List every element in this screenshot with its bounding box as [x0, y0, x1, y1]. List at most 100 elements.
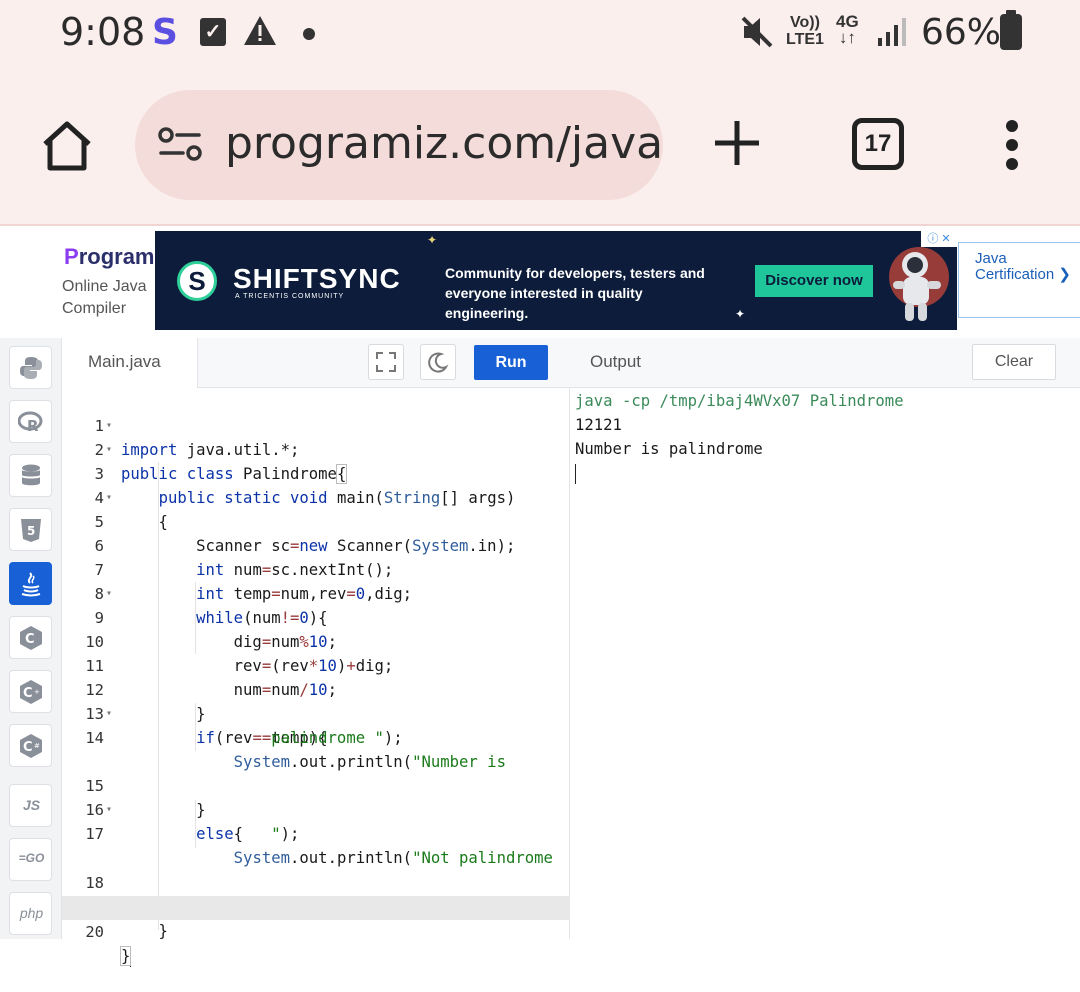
ad-close-button[interactable]: ⓘ ✕ [921, 231, 957, 247]
code-line[interactable]: 6 int num=sc.nextInt(); [62, 510, 570, 579]
editor-toolbar: Main.java Run [62, 338, 570, 388]
theme-toggle-button[interactable] [420, 344, 456, 380]
go-icon: =GO [18, 851, 45, 865]
svg-text:+: + [34, 688, 40, 696]
code-line[interactable]: 3 public static void main(String[] args) [62, 438, 570, 507]
code-line[interactable]: 11 num=num/10; [62, 630, 570, 699]
url-text: programiz.com/java- [225, 118, 663, 169]
cpp-icon: C + [20, 680, 42, 704]
output-pane: Output Clear java -cp /tmp/ibaj4WVx07 Pa… [570, 338, 1080, 939]
new-tab-button[interactable] [712, 118, 762, 173]
code-line[interactable]: 12 } [62, 654, 570, 723]
output-title: Output [590, 352, 642, 371]
checkbox-notification-icon: ✓ [200, 18, 226, 46]
lang-cpp-button[interactable]: C + [9, 670, 52, 713]
code-line[interactable]: 5 Scanner sc=new Scanner(System.in); [62, 486, 570, 555]
lang-go-button[interactable]: =GO [9, 838, 52, 881]
ad-cta-button[interactable]: Discover now [755, 265, 873, 297]
code-line[interactable]: 13 ▾ if(rev==temp){ [62, 678, 570, 747]
language-sidebar: R 5 C C + C # JS =GO php [0, 338, 62, 939]
status-time: 9:08 [60, 10, 146, 54]
code-line[interactable]: 14 System.out.println("Number is palindr… [62, 702, 570, 771]
lang-html-button[interactable]: 5 [9, 508, 52, 551]
file-tab-main-java[interactable]: Main.java [62, 338, 198, 388]
sparkle-icon: ✦ [735, 307, 746, 321]
logo-letter: P [64, 244, 79, 269]
status-bar: 9:08 S ✓ Vo)) LTE1 4G ↓↑ 66% [0, 0, 1080, 72]
code-line[interactable]: 18 } [62, 847, 570, 916]
home-button[interactable] [40, 120, 94, 177]
code-line[interactable]: 1 ▾ import java.util.*; [62, 390, 570, 459]
code-line[interactable]: 19 } [62, 871, 570, 940]
java-certification-link[interactable]: Java Certification ❯ [958, 242, 1080, 318]
output-command-line: java -cp /tmp/ibaj4WVx07 Palindrome [575, 392, 904, 410]
svg-text:5: 5 [27, 524, 35, 538]
code-line[interactable]: 2 ▾ public class Palindrome{ [62, 414, 570, 484]
line-number: 17 [85, 825, 104, 843]
output-input-cursor[interactable] [575, 461, 1075, 485]
code-line[interactable]: 9 dig=num%10; [62, 582, 570, 651]
signal-icon [876, 16, 908, 53]
text-cursor [575, 463, 576, 484]
output-line: Number is palindrome [575, 440, 763, 458]
java-icon [21, 572, 41, 597]
code-line[interactable]: 10 rev=(rev*10)+dig; [62, 606, 570, 675]
svg-text:R: R [27, 417, 39, 435]
code-text: } [119, 946, 132, 967]
database-icon [22, 464, 40, 486]
lang-c-button[interactable]: C [9, 616, 52, 659]
lang-php-button[interactable]: php [9, 892, 52, 935]
python-icon [20, 357, 42, 379]
app-notification-icon: S [152, 12, 178, 53]
battery-percent: 66% [921, 12, 1002, 53]
network-type-indicator: 4G ↓↑ [836, 13, 859, 47]
browser-menu-button[interactable] [1004, 120, 1020, 177]
code-line[interactable]: 15 } [62, 750, 570, 819]
code-line[interactable]: 7 int temp=num,rev=0,dig; [62, 534, 570, 603]
ad-text: Community for developers, testers and ev… [445, 265, 705, 321]
plus-icon [715, 121, 759, 165]
fullscreen-icon [376, 352, 396, 372]
code-line[interactable]: 16 ▾ else{ [62, 774, 570, 843]
code-line[interactable]: 4 ▾ { [62, 462, 570, 531]
lang-r-button[interactable]: R [9, 400, 52, 443]
sparkle-icon: ✦ [427, 233, 438, 247]
lang-js-button[interactable]: JS [9, 784, 52, 827]
moon-icon [428, 352, 449, 373]
code-line[interactable]: 17 System.out.println("Not palindrome ")… [62, 798, 570, 867]
run-button[interactable]: Run [474, 345, 548, 380]
c-icon: C [20, 626, 42, 650]
astronaut-image [885, 237, 951, 327]
address-bar[interactable]: programiz.com/java- [135, 90, 663, 200]
output-toolbar: Output Clear [570, 338, 1080, 388]
tab-switcher-button[interactable]: 17 [852, 118, 904, 170]
code-text-wrapped: "); [271, 825, 300, 843]
volte-top: Vo)) [790, 14, 820, 31]
page-subtitle: Online Java Compiler [62, 278, 147, 317]
php-icon: php [19, 905, 44, 921]
code-line[interactable]: 8 ▾ while(num!=0){ [62, 558, 570, 627]
lang-java-button[interactable] [9, 562, 52, 605]
output-console[interactable]: java -cp /tmp/ibaj4WVx07 Palindrome 1212… [575, 389, 1075, 485]
lang-sql-button[interactable] [9, 454, 52, 497]
ad-brand: SHIFTSYNC [233, 263, 401, 294]
mute-icon [740, 14, 774, 55]
warning-icon [242, 14, 278, 53]
network-arrows: ↓↑ [838, 28, 856, 47]
lang-python-button[interactable] [9, 346, 52, 389]
clear-button[interactable]: Clear [972, 344, 1056, 380]
csharp-icon: C # [20, 734, 42, 758]
ad-brand-sub: A TRICENTIS COMMUNITY [235, 293, 345, 300]
volte-indicator: Vo)) LTE1 [786, 14, 824, 48]
svg-text:C: C [25, 632, 35, 647]
code-editor-pane: Main.java Run 1 ▾ import java.util.*; 2 ▾ … [62, 338, 570, 967]
svg-text:C: C [23, 740, 33, 755]
advertisement-banner[interactable]: ✦ ✦ S SHIFTSYNC A TRICENTIS COMMUNITY Co… [155, 231, 957, 330]
lang-csharp-button[interactable]: C # [9, 724, 52, 767]
line-number: 20 [85, 923, 104, 941]
volte-bottom: LTE1 [786, 31, 824, 48]
fullscreen-button[interactable] [368, 344, 404, 380]
site-settings-icon[interactable] [157, 126, 203, 167]
browser-toolbar: programiz.com/java- 17 [0, 72, 1080, 226]
code-line-active[interactable]: 20 } [62, 896, 570, 967]
